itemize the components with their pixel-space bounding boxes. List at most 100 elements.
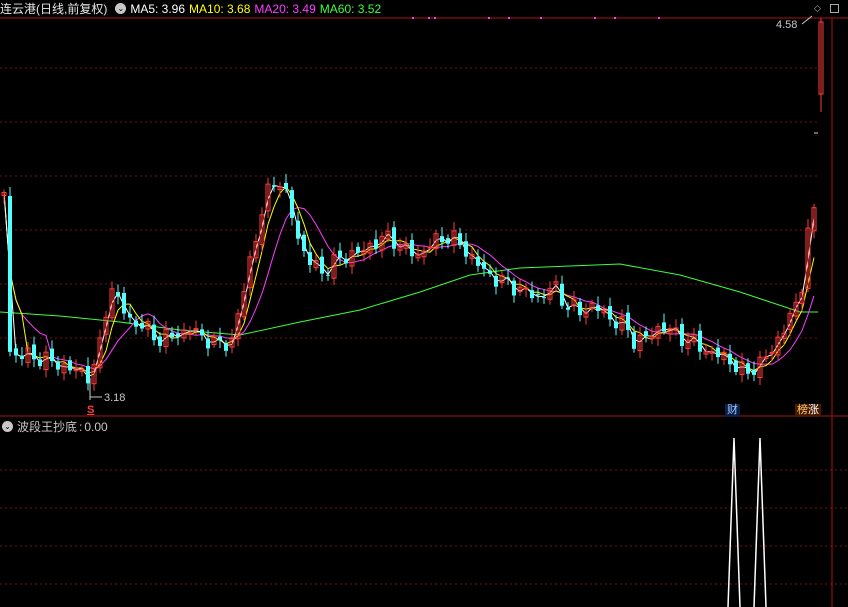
candle-body-down <box>614 321 618 329</box>
finance-badge[interactable]: 财 <box>725 404 740 417</box>
indicator-separator: : <box>79 420 83 434</box>
candle-body-down <box>134 320 138 327</box>
candle-body-down <box>626 312 630 330</box>
ma5-path <box>3 184 815 378</box>
candle-body-down <box>284 182 288 190</box>
candle-body-down <box>272 185 276 187</box>
low-price-label: 3.18 <box>104 392 126 404</box>
candle-body-down <box>680 323 684 346</box>
candle-body-down <box>596 305 600 311</box>
signal-dot <box>412 17 414 19</box>
ma60-value: MA60: 3.52 <box>319 2 382 16</box>
candle-body-down <box>86 366 90 384</box>
ranking-badge[interactable]: 榜 <box>795 404 808 417</box>
candle-body-up <box>187 332 193 335</box>
candle-body-down <box>536 294 540 296</box>
ma10-path <box>3 185 815 374</box>
high-arrow <box>801 15 813 25</box>
candle-body-down <box>116 292 120 297</box>
ma5-line <box>3 184 815 378</box>
indicator-spike <box>753 437 767 607</box>
ma20-value: MA20: 3.49 <box>254 2 316 16</box>
candle-body-down <box>728 353 732 365</box>
candle-body-down <box>320 256 324 274</box>
candle-body-down <box>128 313 132 318</box>
candle-body-down <box>68 360 72 371</box>
indicator-spike <box>727 437 741 607</box>
chevron-circle-icon[interactable]: ⌄ <box>2 421 13 433</box>
candle-body-down <box>170 332 174 338</box>
candle-body-down <box>302 234 306 252</box>
square-icon[interactable] <box>830 4 839 13</box>
candle-body-down <box>410 239 414 257</box>
candle-body-down <box>296 220 300 239</box>
candle-body-down <box>56 361 60 370</box>
candle-body-down <box>506 277 510 279</box>
candle-body-down <box>8 195 12 352</box>
candle-body-down <box>344 258 348 264</box>
candle-body-down <box>206 338 210 349</box>
candle-body-down <box>512 280 516 296</box>
candle-body-down <box>14 348 18 356</box>
candle-body-down <box>152 324 156 341</box>
candle-body-down <box>158 336 162 346</box>
candle-body-down <box>32 344 36 360</box>
signal-dot <box>658 17 660 19</box>
candle-body-down <box>530 290 534 299</box>
indicator-name: 波段王抄底 <box>17 420 78 434</box>
signal-dot <box>594 17 596 19</box>
ma20-path <box>3 192 815 370</box>
ma10-line <box>3 185 815 374</box>
diamond-icon[interactable]: ◇ <box>813 4 822 13</box>
candle-body-down <box>566 307 570 310</box>
candle-body-down <box>200 329 204 336</box>
candle-body-down <box>752 369 756 375</box>
signal-dot <box>434 17 436 19</box>
indicator-value: 0.00 <box>84 420 108 434</box>
candle-body-down <box>644 331 648 337</box>
candle-body-down <box>632 332 636 349</box>
candle-body-up <box>769 351 775 354</box>
candle-body-down <box>50 348 54 362</box>
candle-body-down <box>464 241 468 257</box>
candle-body-up <box>427 246 433 249</box>
chart-header: 连云港(日线,前复权) ⌄ MA5: 3.96 MA10: 3.68 MA20: 3.4… <box>0 0 385 18</box>
signal-dot <box>488 17 490 19</box>
signal-dot <box>428 17 430 19</box>
candle-body-down <box>578 301 582 316</box>
candle-body-down <box>38 359 42 367</box>
candle-body-down <box>542 297 546 299</box>
kline-chart[interactable] <box>0 0 848 607</box>
ma10-value: MA10: 3.68 <box>189 2 251 16</box>
candle-body-down <box>308 252 312 266</box>
candlesticks <box>1 18 824 391</box>
candle-body-down <box>608 306 612 320</box>
candle-body-down <box>218 336 222 341</box>
candle-body-down <box>488 270 492 274</box>
candle-body-down <box>440 236 444 243</box>
signal-dot <box>508 17 510 19</box>
limit-up-badge[interactable]: 涨 <box>808 404 821 417</box>
candle-body-down <box>734 360 738 372</box>
candle-body-down <box>374 239 378 249</box>
candle-body-down <box>662 322 666 332</box>
high-price-label: 4.58 <box>776 19 798 31</box>
chevron-circle-icon[interactable]: ⌄ <box>115 3 127 15</box>
candle-body-down <box>176 333 180 338</box>
candle-body-down <box>446 238 450 244</box>
candle-body-down <box>338 250 342 258</box>
chart-grid <box>0 17 848 607</box>
sell-signal-marker: S <box>87 404 95 416</box>
indicator-lines <box>727 437 767 607</box>
candle-body-down <box>494 275 498 287</box>
candle-body-down <box>356 246 360 253</box>
candle-body-down <box>392 227 396 249</box>
candle-body-down <box>326 274 330 276</box>
signal-dot <box>614 17 616 19</box>
indicator-header: ⌄ 波段王抄底:0.00 <box>2 418 112 436</box>
signal-dot <box>540 17 542 19</box>
candle-body-down <box>746 363 750 374</box>
candle-body-down <box>698 330 702 352</box>
candle-body-down <box>290 190 294 218</box>
candle-body-down <box>458 233 462 246</box>
